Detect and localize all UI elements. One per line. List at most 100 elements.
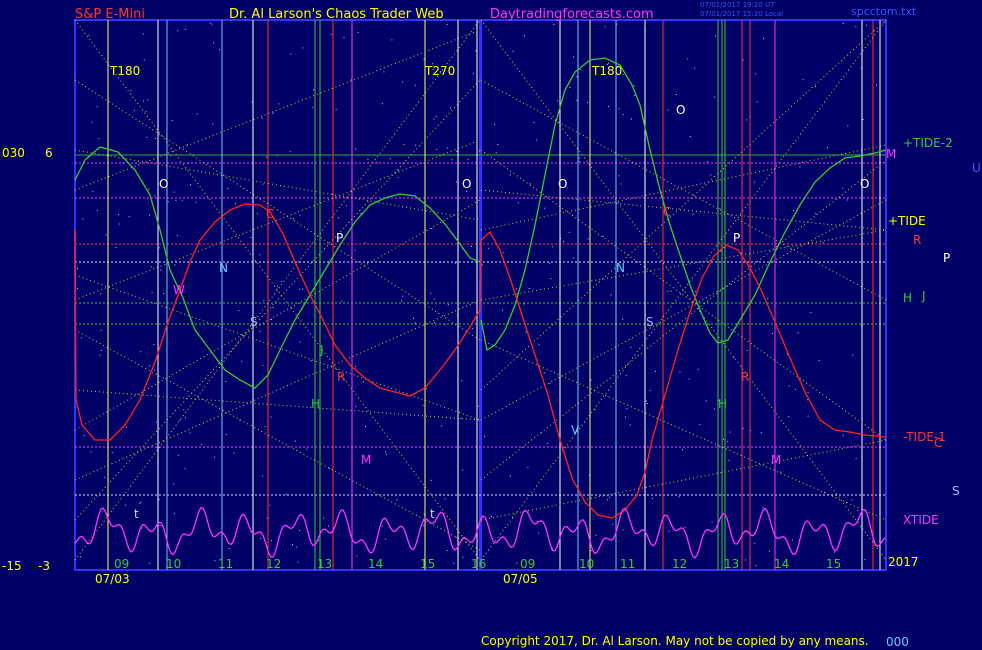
star-dot: [678, 496, 680, 498]
star-dot: [842, 23, 844, 24]
star-dot: [578, 157, 580, 159]
star-dot: [728, 459, 730, 461]
star-dot: [461, 380, 463, 382]
star-dot: [293, 218, 294, 220]
star-dot: [827, 146, 828, 148]
star-dot: [573, 56, 575, 58]
star-dot: [612, 523, 614, 525]
star-dot: [402, 295, 404, 297]
planet-marker: t: [430, 507, 435, 521]
star-dot: [299, 341, 301, 343]
star-dot: [310, 360, 312, 362]
star-dot: [196, 113, 198, 115]
star-dot: [622, 318, 624, 320]
hour-label: 16: [471, 557, 486, 571]
star-dot: [460, 417, 462, 419]
hour-label: 14: [368, 557, 383, 571]
star-dot: [142, 100, 144, 102]
star-dot: [430, 292, 432, 294]
star-dot: [622, 74, 624, 75]
star-dot: [815, 213, 817, 215]
star-dot: [381, 103, 383, 105]
star-dot: [130, 90, 132, 92]
star-dot: [543, 372, 545, 374]
star-dot: [156, 421, 157, 423]
star-dot: [557, 100, 559, 102]
star-dot: [211, 23, 213, 25]
star-dot: [80, 556, 81, 558]
star-dot: [434, 298, 436, 300]
star-dot: [446, 550, 448, 551]
star-dot: [312, 107, 314, 109]
right-label: +TIDE-2: [903, 136, 953, 150]
star-dot: [128, 216, 130, 218]
left-axis-top-a: 030: [2, 146, 25, 160]
star-dot: [649, 389, 651, 391]
star-dot: [195, 201, 197, 203]
star-dot: [228, 548, 230, 549]
timestamp-local: 07/01/2017 15:20 Local: [700, 10, 783, 18]
star-dot: [403, 143, 405, 145]
left-axis-bottom-a: -15: [2, 559, 22, 573]
gann-line: [480, 339, 887, 521]
star-dot: [436, 149, 438, 150]
star-dot: [760, 432, 762, 434]
star-dot: [88, 34, 90, 36]
star-dot: [719, 208, 721, 210]
star-dot: [622, 529, 624, 531]
star-dot: [797, 332, 799, 334]
star-dot: [159, 247, 161, 249]
star-dot: [651, 498, 653, 500]
star-dot: [77, 268, 78, 269]
star-dot: [791, 249, 793, 250]
star-dot: [710, 174, 712, 176]
gann-line: [74, 29, 481, 191]
star-dot: [723, 438, 725, 440]
planet-marker: S: [250, 315, 258, 329]
site-url[interactable]: Daytradingforecasts.com: [490, 7, 654, 22]
star-dot: [118, 223, 120, 225]
star-dot: [538, 344, 540, 346]
star-dot: [173, 483, 175, 485]
star-dot: [791, 539, 793, 541]
star-dot: [278, 103, 280, 105]
star-dot: [285, 493, 287, 495]
star-dot: [115, 247, 117, 249]
gann-line: [74, 19, 481, 561]
planet-marker: R: [337, 370, 345, 384]
star-dot: [516, 562, 518, 564]
planet-marker: C: [266, 207, 274, 221]
star-dot: [706, 161, 708, 163]
star-dot: [602, 235, 604, 237]
star-dot: [385, 538, 387, 540]
star-dot: [154, 195, 156, 197]
star-dot: [525, 331, 527, 333]
star-dot: [383, 71, 385, 73]
planet-marker: W: [173, 283, 185, 297]
star-dot: [763, 37, 764, 39]
star-dot: [780, 471, 782, 473]
star-dot: [444, 498, 446, 500]
star-dot: [634, 94, 636, 96]
star-dot: [125, 504, 127, 506]
star-dot: [262, 183, 264, 185]
star-dot: [679, 371, 681, 373]
star-dot: [367, 158, 369, 160]
planet-marker: H: [718, 397, 727, 411]
star-dot: [802, 79, 804, 81]
planet-marker: J: [319, 343, 324, 357]
star-dot: [487, 247, 489, 249]
star-dot: [140, 351, 142, 353]
planet-marker: t: [134, 507, 139, 521]
right-label: S: [952, 484, 960, 498]
star-dot: [447, 304, 449, 306]
star-dot: [149, 562, 151, 564]
star-dot: [604, 26, 606, 28]
star-dot: [711, 521, 713, 523]
star-dot: [502, 252, 504, 254]
star-dot: [290, 53, 292, 55]
star-dot: [292, 544, 293, 546]
star-dot: [435, 116, 437, 118]
star-dot: [81, 337, 83, 339]
star-dot: [154, 369, 156, 371]
